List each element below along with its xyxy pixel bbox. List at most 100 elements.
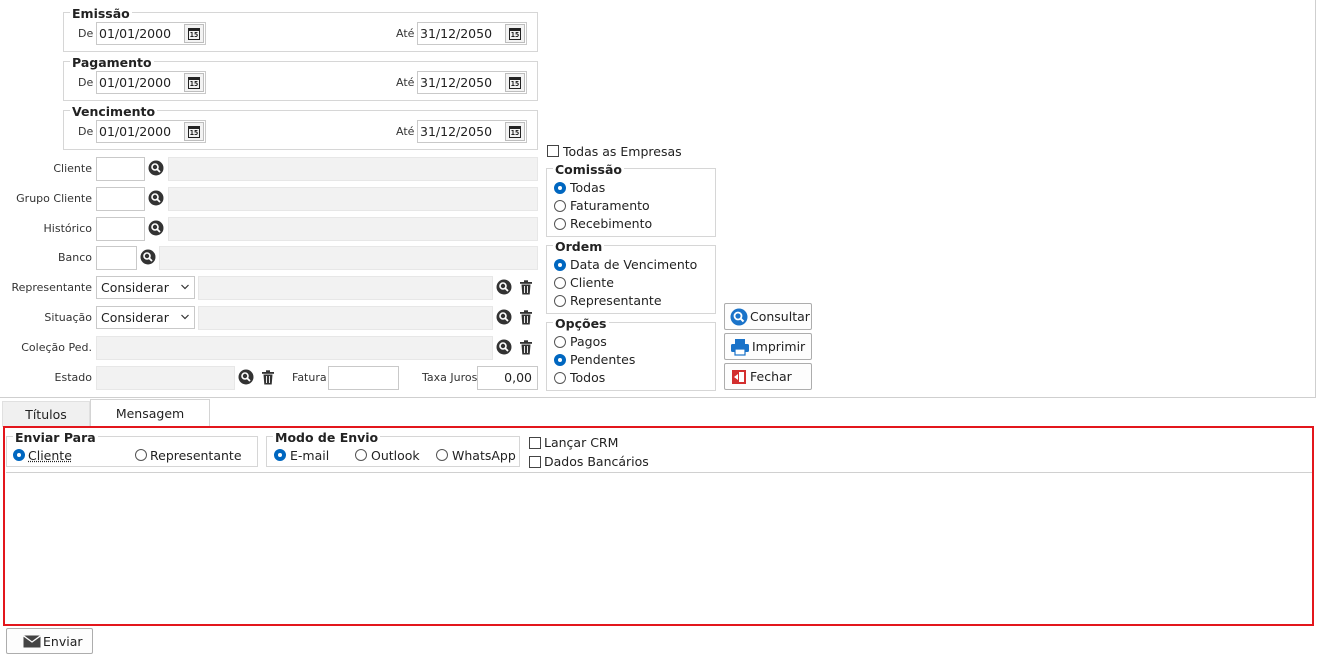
calendar-icon: 15 bbox=[188, 76, 200, 89]
emissao-de-input[interactable]: 01/01/2000 15 bbox=[96, 22, 206, 45]
pagamento-group: Pagamento De 01/01/2000 15 Até 31/12/205… bbox=[63, 55, 538, 101]
mail-icon bbox=[23, 634, 41, 647]
radio-enviar-representante[interactable] bbox=[135, 449, 147, 461]
calendar-icon: 15 bbox=[509, 125, 521, 138]
emissao-title: Emissão bbox=[70, 6, 132, 21]
radio-enviar-cliente[interactable] bbox=[13, 449, 25, 461]
exit-icon bbox=[732, 369, 746, 384]
trash-icon[interactable] bbox=[519, 280, 533, 295]
search-icon[interactable] bbox=[238, 369, 254, 385]
emissao-de-label: De bbox=[78, 27, 94, 40]
grupo-cliente-name-field bbox=[168, 187, 538, 211]
vencimento-de-label: De bbox=[78, 125, 94, 138]
fechar-button[interactable]: Fechar bbox=[724, 363, 812, 390]
vencimento-de-input[interactable]: 01/01/2000 15 bbox=[96, 120, 206, 143]
modo-envio-group: Modo de Envio E-mail Outlook WhatsApp bbox=[266, 430, 520, 467]
trash-icon[interactable] bbox=[519, 340, 533, 355]
search-icon[interactable] bbox=[496, 339, 512, 355]
banco-code-input[interactable] bbox=[96, 246, 137, 270]
search-icon[interactable] bbox=[148, 160, 164, 176]
trash-icon[interactable] bbox=[519, 310, 533, 325]
pagamento-title: Pagamento bbox=[70, 55, 154, 70]
ordem-group: Ordem Data de Vencimento Cliente Represe… bbox=[546, 239, 716, 314]
calendar-button[interactable]: 15 bbox=[184, 73, 204, 92]
search-icon[interactable] bbox=[496, 279, 512, 295]
cliente-label: Cliente bbox=[53, 162, 92, 175]
situacao-name-field bbox=[198, 306, 493, 330]
calendar-button[interactable]: 15 bbox=[184, 122, 204, 141]
radio-comissao-todas[interactable] bbox=[554, 182, 566, 194]
trash-icon[interactable] bbox=[261, 370, 275, 385]
chevron-down-icon bbox=[181, 314, 189, 320]
modo-envio-title: Modo de Envio bbox=[273, 430, 381, 445]
todas-empresas-checkbox[interactable] bbox=[547, 145, 559, 157]
filter-panel: Emissão De 01/01/2000 15 Até 31/12/2050 … bbox=[0, 0, 1316, 398]
calendar-button[interactable]: 15 bbox=[184, 24, 204, 43]
emissao-ate-input[interactable]: 31/12/2050 15 bbox=[417, 22, 527, 45]
representante-select[interactable]: Considerar bbox=[96, 276, 195, 299]
taxa-juros-input[interactable]: 0,00 bbox=[477, 366, 538, 390]
calendar-button[interactable]: 15 bbox=[505, 122, 525, 141]
enviar-para-option-label: Representante bbox=[150, 448, 242, 463]
opcoes-title: Opções bbox=[553, 316, 609, 331]
vencimento-ate-input[interactable]: 31/12/2050 15 bbox=[417, 120, 527, 143]
situacao-label: Situação bbox=[44, 311, 92, 324]
radio-ordem-representante[interactable] bbox=[554, 295, 566, 307]
modo-envio-option-label: Outlook bbox=[371, 448, 420, 463]
representante-label: Representante bbox=[11, 281, 92, 294]
modo-envio-option-label: WhatsApp bbox=[452, 448, 516, 463]
tab-titulos[interactable]: Títulos bbox=[2, 401, 90, 427]
radio-opcoes-pendentes[interactable] bbox=[554, 354, 566, 366]
dados-bancarios-checkbox[interactable] bbox=[529, 456, 541, 468]
comissao-option-label: Recebimento bbox=[570, 216, 653, 231]
ordem-option-label: Representante bbox=[570, 293, 662, 308]
colecao-label: Coleção Ped. bbox=[21, 341, 92, 354]
grupo-cliente-code-input[interactable] bbox=[96, 187, 145, 211]
search-icon[interactable] bbox=[148, 190, 164, 206]
search-icon[interactable] bbox=[496, 309, 512, 325]
historico-code-input[interactable] bbox=[96, 217, 145, 241]
calendar-icon: 15 bbox=[188, 27, 200, 40]
todas-empresas-label: Todas as Empresas bbox=[563, 144, 682, 159]
calendar-button[interactable]: 15 bbox=[505, 73, 525, 92]
search-icon[interactable] bbox=[148, 220, 164, 236]
vencimento-group: Vencimento De 01/01/2000 15 Até 31/12/20… bbox=[63, 104, 538, 150]
fatura-input[interactable] bbox=[328, 366, 399, 390]
vencimento-title: Vencimento bbox=[70, 104, 158, 119]
cliente-code-input[interactable] bbox=[96, 157, 145, 181]
calendar-button[interactable]: 15 bbox=[505, 24, 525, 43]
ordem-option-label: Data de Vencimento bbox=[570, 257, 698, 272]
lancar-crm-checkbox[interactable] bbox=[529, 437, 541, 449]
consultar-button[interactable]: Consultar bbox=[724, 303, 812, 330]
pagamento-de-input[interactable]: 01/01/2000 15 bbox=[96, 71, 206, 94]
emissao-ate-label: Até bbox=[396, 27, 415, 40]
comissao-option-label: Faturamento bbox=[570, 198, 650, 213]
enviar-para-title: Enviar Para bbox=[13, 430, 98, 445]
colecao-field bbox=[96, 336, 493, 360]
comissao-option-label: Todas bbox=[570, 180, 606, 195]
pagamento-ate-input[interactable]: 31/12/2050 15 bbox=[417, 71, 527, 94]
imprimir-button[interactable]: Imprimir bbox=[724, 333, 812, 360]
radio-modo-outlook[interactable] bbox=[355, 449, 367, 461]
radio-ordem-cliente[interactable] bbox=[554, 277, 566, 289]
enviar-para-option-label: Cliente bbox=[28, 448, 72, 463]
grupo-cliente-label: Grupo Cliente bbox=[16, 192, 92, 205]
lancar-crm-label: Lançar CRM bbox=[544, 435, 619, 450]
search-icon[interactable] bbox=[140, 249, 156, 265]
radio-modo-whatsapp[interactable] bbox=[436, 449, 448, 461]
situacao-select[interactable]: Considerar bbox=[96, 306, 195, 329]
radio-modo-email[interactable] bbox=[274, 449, 286, 461]
message-textarea[interactable] bbox=[6, 472, 1312, 622]
radio-comissao-recebimento[interactable] bbox=[554, 218, 566, 230]
chevron-down-icon bbox=[181, 284, 189, 290]
enviar-button[interactable]: Enviar bbox=[6, 628, 93, 654]
estado-label: Estado bbox=[54, 371, 92, 384]
tab-mensagem[interactable]: Mensagem bbox=[90, 399, 210, 427]
opcoes-option-label: Todos bbox=[570, 370, 606, 385]
pagamento-ate-label: Até bbox=[396, 76, 415, 89]
calendar-icon: 15 bbox=[509, 76, 521, 89]
radio-comissao-faturamento[interactable] bbox=[554, 200, 566, 212]
radio-ordem-vencimento[interactable] bbox=[554, 259, 566, 271]
radio-opcoes-todos[interactable] bbox=[554, 372, 566, 384]
radio-opcoes-pagos[interactable] bbox=[554, 336, 566, 348]
